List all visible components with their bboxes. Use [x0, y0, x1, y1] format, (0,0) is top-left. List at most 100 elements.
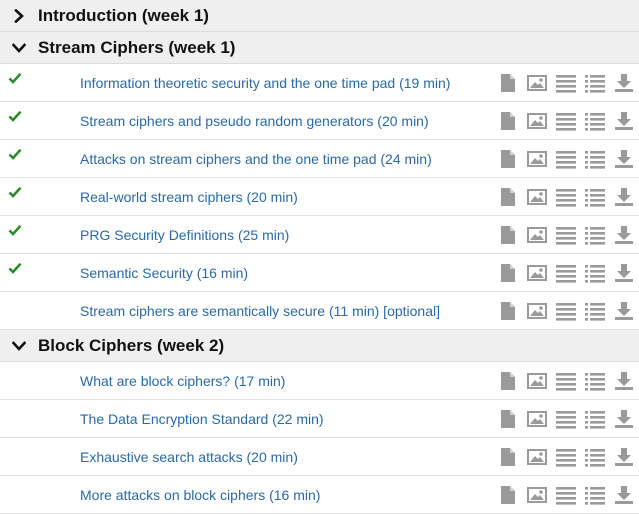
transcript-icon[interactable]: [556, 371, 576, 391]
download-icon[interactable]: [614, 187, 634, 207]
subtitles-list-icon[interactable]: [585, 485, 605, 505]
lecture-row: More attacks on block ciphers (16 min): [0, 476, 639, 514]
subtitles-list-icon[interactable]: [585, 149, 605, 169]
transcript-icon[interactable]: [556, 225, 576, 245]
lecture-resources: [498, 409, 639, 429]
lecture-resources: [498, 263, 639, 283]
transcript-icon[interactable]: [556, 485, 576, 505]
slides-image-icon[interactable]: [527, 187, 547, 207]
download-icon[interactable]: [614, 263, 634, 283]
subtitles-list-icon[interactable]: [585, 73, 605, 93]
document-icon[interactable]: [498, 263, 518, 283]
section-header[interactable]: Introduction (week 1): [0, 0, 639, 32]
transcript-icon[interactable]: [556, 409, 576, 429]
document-icon[interactable]: [498, 73, 518, 93]
lecture-resources: [498, 301, 639, 321]
document-icon[interactable]: [498, 149, 518, 169]
download-icon[interactable]: [614, 301, 634, 321]
lecture-link[interactable]: PRG Security Definitions (25 min): [80, 216, 289, 254]
lecture-resources: [498, 447, 639, 467]
lecture-link[interactable]: Stream ciphers and pseudo random generat…: [80, 102, 429, 140]
section-title: Block Ciphers (week 2): [38, 335, 225, 355]
document-icon[interactable]: [498, 447, 518, 467]
lecture-row: What are block ciphers? (17 min): [0, 362, 639, 400]
transcript-icon[interactable]: [556, 73, 576, 93]
lecture-resources: [498, 485, 639, 505]
slides-image-icon[interactable]: [527, 371, 547, 391]
document-icon[interactable]: [498, 409, 518, 429]
transcript-icon[interactable]: [556, 111, 576, 131]
document-icon[interactable]: [498, 371, 518, 391]
check-icon: [8, 147, 24, 161]
lecture-link[interactable]: The Data Encryption Standard (22 min): [80, 400, 324, 438]
document-icon[interactable]: [498, 111, 518, 131]
transcript-icon[interactable]: [556, 447, 576, 467]
lecture-row: PRG Security Definitions (25 min): [0, 216, 639, 254]
subtitles-list-icon[interactable]: [585, 301, 605, 321]
subtitles-list-icon[interactable]: [585, 187, 605, 207]
lecture-resources: [498, 73, 639, 93]
lecture-link[interactable]: Exhaustive search attacks (20 min): [80, 438, 298, 476]
check-icon: [8, 71, 24, 85]
lecture-resources: [498, 149, 639, 169]
chevron-down-icon[interactable]: [0, 339, 38, 353]
check-icon: [8, 261, 24, 275]
lecture-resources: [498, 187, 639, 207]
lecture-link[interactable]: Information theoretic security and the o…: [80, 64, 450, 102]
transcript-icon[interactable]: [556, 149, 576, 169]
slides-image-icon[interactable]: [527, 225, 547, 245]
lecture-row: The Data Encryption Standard (22 min): [0, 400, 639, 438]
download-icon[interactable]: [614, 149, 634, 169]
lecture-row: Information theoretic security and the o…: [0, 64, 639, 102]
document-icon[interactable]: [498, 301, 518, 321]
lecture-row: Semantic Security (16 min): [0, 254, 639, 292]
check-icon: [8, 223, 24, 237]
lecture-row: Stream ciphers and pseudo random generat…: [0, 102, 639, 140]
document-icon[interactable]: [498, 225, 518, 245]
lecture-link[interactable]: More attacks on block ciphers (16 min): [80, 476, 320, 514]
download-icon[interactable]: [614, 485, 634, 505]
document-icon[interactable]: [498, 187, 518, 207]
slides-image-icon[interactable]: [527, 409, 547, 429]
lecture-link[interactable]: Stream ciphers are semantically secure (…: [80, 292, 440, 330]
transcript-icon[interactable]: [556, 187, 576, 207]
subtitles-list-icon[interactable]: [585, 225, 605, 245]
section-title: Stream Ciphers (week 1): [38, 37, 236, 57]
download-icon[interactable]: [614, 409, 634, 429]
check-icon: [8, 185, 24, 199]
lecture-resources: [498, 111, 639, 131]
section-header[interactable]: Block Ciphers (week 2): [0, 330, 639, 362]
download-icon[interactable]: [614, 225, 634, 245]
download-icon[interactable]: [614, 447, 634, 467]
section-header[interactable]: Stream Ciphers (week 1): [0, 32, 639, 64]
lecture-resources: [498, 225, 639, 245]
lecture-link[interactable]: Attacks on stream ciphers and the one ti…: [80, 140, 432, 178]
download-icon[interactable]: [614, 73, 634, 93]
subtitles-list-icon[interactable]: [585, 371, 605, 391]
slides-image-icon[interactable]: [527, 301, 547, 321]
slides-image-icon[interactable]: [527, 485, 547, 505]
chevron-right-icon[interactable]: [0, 8, 38, 23]
slides-image-icon[interactable]: [527, 111, 547, 131]
slides-image-icon[interactable]: [527, 73, 547, 93]
download-icon[interactable]: [614, 111, 634, 131]
transcript-icon[interactable]: [556, 263, 576, 283]
lecture-link[interactable]: Real-world stream ciphers (20 min): [80, 178, 298, 216]
slides-image-icon[interactable]: [527, 447, 547, 467]
lecture-list: Introduction (week 1) Stream Ciphers (wee…: [0, 0, 639, 514]
subtitles-list-icon[interactable]: [585, 447, 605, 467]
slides-image-icon[interactable]: [527, 263, 547, 283]
download-icon[interactable]: [614, 371, 634, 391]
document-icon[interactable]: [498, 485, 518, 505]
section-title: Introduction (week 1): [38, 5, 209, 25]
lecture-row: Real-world stream ciphers (20 min): [0, 178, 639, 216]
subtitles-list-icon[interactable]: [585, 111, 605, 131]
lecture-link[interactable]: What are block ciphers? (17 min): [80, 362, 285, 400]
lecture-row: Attacks on stream ciphers and the one ti…: [0, 140, 639, 178]
transcript-icon[interactable]: [556, 301, 576, 321]
subtitles-list-icon[interactable]: [585, 409, 605, 429]
slides-image-icon[interactable]: [527, 149, 547, 169]
subtitles-list-icon[interactable]: [585, 263, 605, 283]
chevron-down-icon[interactable]: [0, 41, 38, 55]
lecture-link[interactable]: Semantic Security (16 min): [80, 254, 248, 292]
